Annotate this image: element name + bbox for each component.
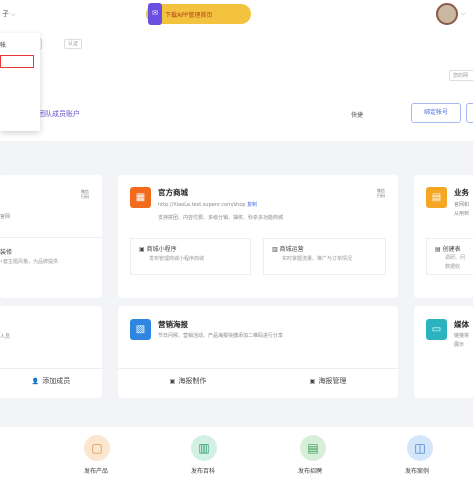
qr-code-icon[interactable]: 微信 扫码	[376, 188, 386, 198]
team-members-link[interactable]: 团队成员账户	[38, 109, 80, 119]
members-card: 人员 👤 添加成员	[0, 306, 102, 398]
card-title: 官方商城	[158, 188, 188, 197]
bind-account-button[interactable]: 绑定帐号	[411, 103, 461, 123]
mall-url: http://XiaoLe.test.supenr.com/shop 复制	[158, 201, 257, 208]
tile-title: ▤ 创建表	[435, 244, 461, 253]
download-app-banner[interactable]: ✉ 下载APP管理首页	[146, 3, 251, 25]
mini-program-tile[interactable]: ▣ 商城小程序 发布管理商城小程序商城	[130, 238, 251, 275]
book-icon[interactable]: ▥	[191, 435, 217, 461]
image-icon: ▣	[309, 378, 316, 385]
tile-title: ▣ 商城小程序	[139, 244, 177, 253]
quick-publish-bar: ▢ 发布产品 ▥ 发布百科 ▤ 发布招聘 ◫ 发布案例	[0, 427, 473, 477]
form-icon: ▤	[426, 187, 447, 208]
account-name: 子	[2, 10, 9, 18]
secondary-button[interactable]	[466, 103, 473, 123]
tile-desc: 发布管理商城小程序商城	[149, 256, 205, 262]
publish-case-label[interactable]: 发布案例	[405, 466, 429, 475]
account-dropdown-menu: 帐	[0, 33, 40, 131]
tile-desc: 实时掌握流量、推广与订单情况	[282, 256, 353, 262]
poster-manage-button[interactable]: ▣ 海报管理	[258, 368, 398, 392]
banner-text: 下载APP管理首页	[165, 12, 213, 19]
menu-item[interactable]	[0, 105, 40, 118]
tile-title: 装修	[0, 249, 13, 256]
add-member-button[interactable]: 👤 添加成员	[0, 368, 102, 392]
media-card: ▭ 媒体 链接将 展示	[414, 306, 473, 398]
business-form-card: ▤ 业务 官网和 从用到 ▤ 创建表 调研、问 数据收	[414, 175, 473, 298]
card-title: 业务	[454, 188, 469, 197]
menu-item[interactable]: 帐	[0, 39, 40, 52]
mall-card: ▦ 官方商城 http://XiaoLe.test.supenr.com/sho…	[118, 175, 398, 298]
card-desc: 展示	[454, 342, 465, 348]
chart-icon: ▥	[272, 246, 280, 253]
mall-operations-tile[interactable]: ▥ 商城运营 实时掌握流量、推广与订单情况	[263, 238, 386, 275]
button-label: 海报管理	[318, 377, 347, 385]
card-desc: 官网和	[454, 202, 470, 208]
card-desc: 链接将	[454, 333, 470, 339]
menu-item[interactable]	[0, 89, 40, 102]
tile-title-text: 商城运营	[279, 246, 304, 253]
url-text: http://XiaoLe.test.supenr.com/shop	[158, 202, 246, 208]
poster-icon: ▧	[130, 319, 151, 340]
tile-title-text: 创建表	[442, 246, 461, 253]
user-add-icon: 👤	[31, 378, 40, 385]
menu-item[interactable]	[0, 73, 40, 86]
product-box-icon[interactable]: ▢	[84, 435, 110, 461]
publish-recruit-label[interactable]: 发布招聘	[298, 466, 322, 475]
button-label: 添加成员	[42, 377, 71, 385]
mall-icon: ▦	[130, 187, 151, 208]
form-small-icon: ▤	[435, 246, 443, 253]
qr-code-icon[interactable]: 微信 扫码	[80, 189, 90, 199]
account-switcher[interactable]: 子 ⌵	[2, 9, 16, 19]
quick-label: 快捷	[351, 112, 364, 119]
recruit-icon[interactable]: ▤	[300, 435, 326, 461]
tile-title: ▥ 商城运营	[272, 244, 304, 253]
tile-desc: 调研、问	[445, 255, 466, 261]
phone-icon: ✉	[148, 3, 162, 25]
tile-desc: •套主题风格，为品牌提供	[0, 259, 58, 265]
website-card: 微信 扫码 官网 装修 •套主题风格，为品牌提供	[0, 175, 102, 298]
media-icon: ▭	[426, 319, 447, 340]
chevron-down-icon[interactable]: ⌵	[461, 10, 466, 18]
case-inbox-icon[interactable]: ◫	[407, 435, 433, 461]
top-bar: 子 ⌵ ✉ 下载APP管理首页 ⌵	[0, 0, 473, 31]
card-title: 营销海报	[158, 320, 188, 329]
card-desc: 支持拼团、内容付费、多级分销、抽奖、秒杀多功能商城	[158, 215, 284, 221]
button-label: 海报制作	[178, 377, 207, 385]
copy-link[interactable]: 复制	[247, 202, 257, 208]
menu-item-selected[interactable]	[0, 55, 34, 68]
publish-wiki-label[interactable]: 发布百科	[191, 466, 215, 475]
verification-tag[interactable]: 认证	[64, 39, 83, 49]
tile-desc: 数据收	[445, 264, 461, 270]
card-desc: 官网	[0, 214, 11, 220]
card-title: 媒体	[454, 320, 469, 329]
poster-create-button[interactable]: ▣ 海报制作	[118, 368, 258, 392]
avatar[interactable]	[436, 3, 458, 25]
publish-product-label[interactable]: 发布产品	[84, 466, 108, 475]
poster-card: ▧ 营销海报 节日问候、营销活动、产品海报快捷添加二维码进行分享 ▣ 海报制作 ▣…	[118, 306, 398, 398]
card-desc: 从用到	[454, 211, 470, 217]
card-desc: 节日问候、营销活动、产品海报快捷添加二维码进行分享	[158, 333, 284, 339]
chevron-down-icon: ⌵	[11, 11, 16, 18]
card-desc: 人员	[0, 334, 11, 340]
create-form-tile[interactable]: ▤ 创建表 调研、问 数据收	[426, 238, 473, 275]
menu-item[interactable]	[0, 119, 40, 132]
store-icon: ▣	[139, 246, 147, 253]
image-icon: ▣	[169, 378, 176, 385]
tile-title-text: 商城小程序	[146, 246, 177, 253]
decorate-tile[interactable]: 装修 •套主题风格，为品牌提供	[0, 237, 102, 274]
website-tag[interactable]: 您的网	[449, 70, 473, 81]
